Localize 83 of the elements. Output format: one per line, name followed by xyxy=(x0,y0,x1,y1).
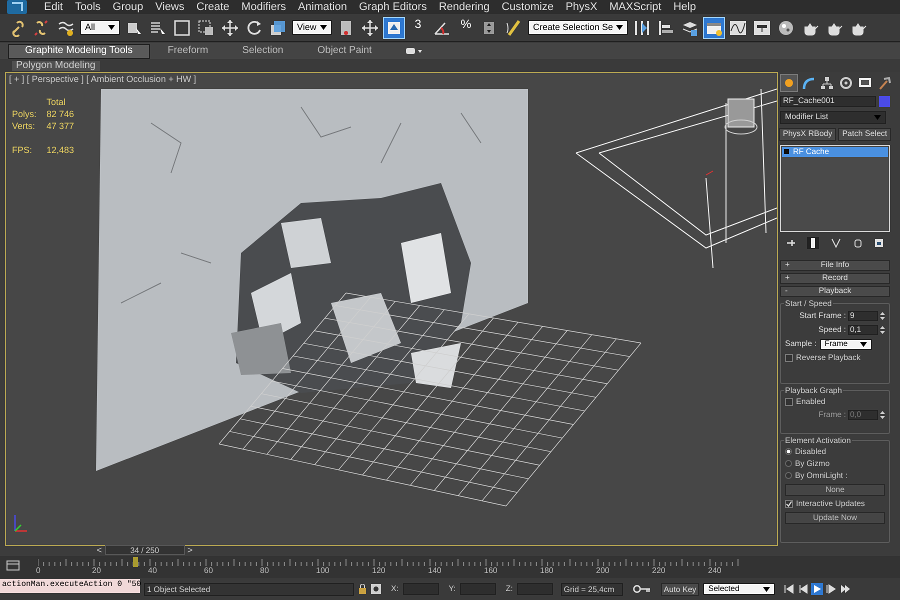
radio-label: Disabled xyxy=(795,448,826,456)
ruler-number: 180 xyxy=(540,567,554,575)
toolbar-dropdown[interactable]: View xyxy=(292,20,332,35)
rollout-header[interactable]: + File Info xyxy=(780,260,890,271)
rollout-sign: + xyxy=(785,274,790,282)
group-title: Playback Graph xyxy=(784,387,843,396)
ribbon-tab[interactable]: Object Paint xyxy=(301,44,388,58)
update-now-button[interactable]: Update Now xyxy=(785,512,885,524)
ruler-number: 100 xyxy=(316,567,330,575)
auto-key-button[interactable]: Auto Key xyxy=(660,582,700,596)
stat-label: FPS: xyxy=(12,145,34,156)
number-field[interactable]: 0,1 xyxy=(848,324,878,335)
menu-item[interactable]: Modifiers xyxy=(235,2,292,12)
frame-counter: 34 / 250 xyxy=(104,545,185,555)
number-field[interactable]: 9 xyxy=(848,310,878,321)
key-mode-dropdown[interactable]: Selected xyxy=(703,583,776,595)
modifier-list-dropdown[interactable]: Modifier List xyxy=(780,111,886,124)
time-prev[interactable]: < xyxy=(96,546,102,554)
ribbon-panel-tab[interactable]: Polygon Modeling xyxy=(12,60,100,70)
ruler-number: 220 xyxy=(652,567,666,575)
menu-item[interactable]: Rendering xyxy=(432,2,496,12)
checkbox-label: Reverse Playback xyxy=(796,354,860,362)
field-label: Frame : xyxy=(818,411,846,420)
menu-item[interactable]: Group xyxy=(106,2,150,12)
toolbar-dropdown[interactable]: All xyxy=(80,20,120,35)
ruler-number: 80 xyxy=(260,567,269,575)
menu-item[interactable]: Graph Editors xyxy=(352,2,433,12)
ribbon-tab[interactable]: Graphite Modeling Tools xyxy=(8,44,150,58)
menu-item[interactable]: Tools xyxy=(68,2,107,12)
snap-toggle[interactable]: % xyxy=(456,18,476,38)
time-next[interactable]: > xyxy=(187,546,193,554)
rollout-header[interactable]: + Record xyxy=(780,272,890,284)
menu-item[interactable]: Create xyxy=(190,2,236,12)
stats-header: Total xyxy=(46,97,67,108)
checkbox-label: Interactive Updates xyxy=(796,500,865,508)
grid-size: Grid = 25,4cm xyxy=(560,582,623,596)
menu-item[interactable]: Animation xyxy=(292,2,353,12)
menu-item[interactable]: Edit xyxy=(38,2,69,12)
field-label: Sample : xyxy=(785,340,817,348)
menu-item[interactable]: Customize xyxy=(496,2,560,12)
snap-toggle[interactable]: 3 xyxy=(408,18,428,38)
stat-value: 12,483 xyxy=(46,145,74,156)
coordinate-label: Y: xyxy=(448,583,456,595)
ruler-number: 160 xyxy=(484,567,498,575)
coordinate-label: X: xyxy=(391,583,399,595)
ruler-number: 40 xyxy=(148,567,157,575)
stat-label: Verts: xyxy=(12,121,36,132)
ruler-number: 140 xyxy=(428,567,442,575)
sample-dropdown[interactable]: Frame xyxy=(820,338,872,350)
radio-label: By OmniLight : xyxy=(795,472,848,480)
stat-value: 82 746 xyxy=(46,109,74,120)
coordinate-label: Z: xyxy=(506,583,513,595)
group-title: Start / Speed xyxy=(784,300,833,308)
group-title: Element Activation xyxy=(784,436,852,445)
ruler-number: 0 xyxy=(36,567,40,575)
modifier-button[interactable]: Patch Select xyxy=(838,128,892,141)
rollout-sign: - xyxy=(785,287,788,296)
field-label: Speed : xyxy=(818,326,846,334)
ruler-number: 240 xyxy=(708,567,722,575)
viewport-label[interactable]: [ + ] [ Perspective ] [ Ambient Occlusion + HW ] xyxy=(9,75,196,84)
menu-item[interactable]: Help xyxy=(667,2,702,12)
field-label: Start Frame : xyxy=(799,312,846,320)
stat-label: Polys: xyxy=(12,109,37,120)
toolbar-dropdown[interactable]: Create Selection Se xyxy=(528,20,628,35)
ruler-number: 120 xyxy=(372,567,386,575)
stat-value: 47 377 xyxy=(46,121,74,132)
ribbon-tab[interactable]: Selection xyxy=(226,44,300,58)
rollout-header[interactable]: - Playback xyxy=(780,286,890,297)
ruler-number: 200 xyxy=(596,567,610,575)
viewport[interactable]: [ + ] [ Perspective ] [ Ambient Occlusion + HW ] Total Polys: 82 746 Verts: 47 377 FPS: 12,483 xyxy=(5,72,778,546)
menu-item[interactable]: MAXScript xyxy=(603,2,668,12)
object-name-field[interactable]: RF_Cache001 xyxy=(780,96,876,107)
ruler-number: 60 xyxy=(204,567,213,575)
radio-label: By Gizmo xyxy=(795,460,830,468)
ruler-number: 20 xyxy=(92,567,101,575)
menu-item[interactable]: Views xyxy=(149,2,190,12)
menu-item[interactable]: PhysX xyxy=(560,2,604,12)
ribbon-tab[interactable]: Freeform xyxy=(152,44,224,58)
modifier-button[interactable]: PhysX RBody xyxy=(778,128,836,141)
prompt-field: 1 Object Selected xyxy=(144,582,354,596)
rollout-sign: + xyxy=(785,261,790,270)
none-button[interactable]: None xyxy=(785,484,885,496)
checkbox-label: Enabled xyxy=(796,398,826,406)
